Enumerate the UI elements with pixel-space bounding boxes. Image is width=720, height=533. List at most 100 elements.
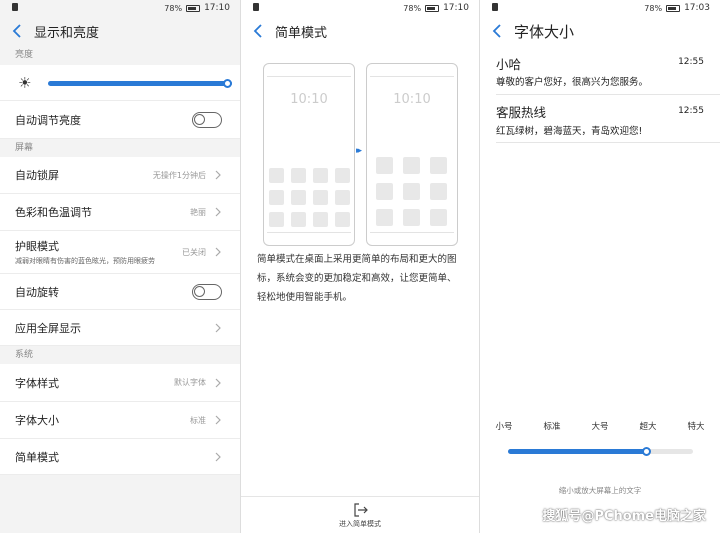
sim-icon	[492, 3, 498, 11]
standard-layout-preview: 10:10	[263, 63, 355, 246]
preview-clock: 10:10	[290, 92, 328, 107]
battery-percent: 78%	[164, 3, 183, 13]
font-style-label: 字体样式	[15, 376, 59, 390]
color-temp-value: 艳丽	[190, 207, 206, 217]
eye-care-row[interactable]: 护眼模式 减弱对眼睛有伤害的蓝色眩光，预防用眼疲劳 已关闭	[0, 231, 240, 274]
enter-simple-mode-button[interactable]: 进入简单模式	[241, 496, 479, 533]
status-time: 17:10	[204, 3, 230, 13]
back-arrow-icon	[492, 24, 501, 38]
message-sender: 小哈	[496, 57, 522, 72]
font-style-row[interactable]: 字体样式 默认字体	[0, 364, 240, 402]
brightness-slider[interactable]	[48, 81, 232, 86]
preview-clock: 10:10	[393, 92, 431, 107]
status-time: 17:10	[443, 3, 469, 13]
battery-percent: 78%	[403, 3, 422, 13]
auto-lock-label: 自动锁屏	[15, 169, 59, 182]
auto-lock-row[interactable]: 自动锁屏 无操作1分钟后	[0, 157, 240, 194]
page-title: 简单模式	[275, 25, 328, 41]
status-time: 17:03	[684, 3, 710, 13]
brightness-row: ☀	[0, 65, 240, 101]
chevron-right-icon	[215, 170, 221, 180]
font-size-slider-thumb[interactable]	[642, 447, 651, 456]
simple-mode-screen: 78% 17:10 简单模式 10:10 ▸▸ 10:10 简单模式在桌面上采用…	[241, 0, 479, 533]
simple-mode-label: 简单模式	[15, 450, 59, 464]
sim-icon	[12, 3, 18, 11]
font-size-row[interactable]: 字体大小 标准	[0, 402, 240, 439]
header: 字体大小	[480, 16, 720, 46]
page-title: 显示和亮度	[34, 25, 100, 41]
status-bar: 78% 17:03	[480, 0, 720, 16]
size-option-huge[interactable]: 特大	[687, 420, 704, 432]
chevron-right-icon	[215, 378, 221, 387]
auto-rotate-label: 自动旋转	[15, 285, 59, 299]
watermark: 搜狐号@PChome电脑之家	[542, 509, 706, 524]
small-icon-grid	[269, 168, 350, 227]
simple-mode-row[interactable]: 简单模式	[0, 439, 240, 475]
auto-rotate-toggle[interactable]	[192, 283, 222, 300]
enter-simple-mode-label: 进入简单模式	[339, 520, 381, 528]
font-size-options: 小号 标准 大号 超大 特大	[480, 420, 720, 434]
font-size-slider[interactable]	[508, 447, 693, 456]
font-size-label: 字体大小	[15, 414, 59, 427]
simple-layout-preview: 10:10	[366, 63, 458, 246]
auto-lock-value: 无操作1分钟后	[152, 170, 206, 180]
back-arrow-icon	[12, 24, 21, 38]
auto-rotate-row[interactable]: 自动旋转	[0, 274, 240, 310]
header: 简单模式	[241, 16, 479, 46]
battery-icon	[425, 4, 440, 12]
eye-care-description: 减弱对眼睛有伤害的蓝色眩光，预防用眼疲劳	[15, 257, 155, 265]
page-title: 字体大小	[514, 22, 575, 41]
message-text: 红瓦绿树，碧海蓝天，青岛欢迎您!	[496, 126, 643, 137]
auto-brightness-label: 自动调节亮度	[15, 113, 81, 127]
size-option-large[interactable]: 大号	[591, 420, 608, 432]
chevron-right-icon	[215, 247, 221, 257]
message-sender: 客服热线	[496, 105, 547, 120]
font-size-screen: 78% 17:03 字体大小 小哈 12:55 尊敬的客户您好，很高兴为您服务。…	[480, 0, 720, 533]
brightness-slider-thumb[interactable]	[223, 79, 232, 88]
section-system: 系统	[0, 346, 240, 364]
eye-care-value: 已关闭	[182, 247, 206, 257]
chevron-right-icon	[215, 415, 221, 425]
display-brightness-screen: 78% 17:10 显示和亮度 亮度 ☀ 自动调节亮度 屏幕 自动锁屏 无操作1…	[0, 0, 240, 533]
eye-care-label: 护眼模式	[15, 240, 59, 253]
font-size-hint: 缩小或放大屏幕上的文字	[558, 486, 642, 495]
message-preview: 客服热线 12:55 红瓦绿树，碧海蓝天，青岛欢迎您!	[496, 95, 720, 143]
chevron-right-icon	[215, 207, 221, 217]
double-arrow-icon: ▸▸	[356, 146, 362, 156]
back-button[interactable]	[480, 16, 514, 46]
message-time: 12:55	[678, 57, 704, 67]
color-temp-row[interactable]: 色彩和色温调节 艳丽	[0, 194, 240, 231]
message-time: 12:55	[678, 106, 704, 116]
status-bar: 78% 17:10	[241, 0, 479, 16]
size-option-standard[interactable]: 标准	[543, 420, 560, 432]
font-size-slider-fill	[508, 449, 647, 454]
fullscreen-row[interactable]: 应用全屏显示	[0, 310, 240, 346]
sun-icon: ☀	[18, 74, 32, 92]
back-arrow-icon	[253, 24, 262, 38]
chevron-right-icon	[215, 323, 221, 332]
sim-icon	[253, 3, 259, 11]
auto-brightness-toggle[interactable]	[192, 111, 222, 128]
font-style-value: 默认字体	[174, 378, 206, 387]
large-icon-grid	[376, 157, 447, 226]
back-button[interactable]	[241, 16, 275, 46]
simple-mode-description: 简单模式在桌面上采用更简单的布局和更大的图标，系统会变的更加稳定和高效，让您更简…	[257, 254, 457, 303]
status-bar: 78% 17:10	[0, 0, 240, 16]
battery-icon	[186, 4, 201, 12]
section-brightness: 亮度	[0, 46, 240, 64]
chevron-right-icon	[215, 452, 221, 461]
font-size-value: 标准	[190, 415, 206, 425]
header: 显示和亮度	[0, 16, 240, 46]
back-button[interactable]	[0, 16, 34, 46]
size-option-extra-large[interactable]: 超大	[639, 420, 656, 432]
auto-brightness-row[interactable]: 自动调节亮度	[0, 101, 240, 139]
color-temp-label: 色彩和色温调节	[15, 206, 92, 219]
battery-percent: 78%	[644, 3, 663, 13]
section-screen: 屏幕	[0, 139, 240, 157]
battery-icon	[666, 4, 681, 12]
message-text: 尊敬的客户您好，很高兴为您服务。	[496, 77, 649, 88]
message-preview: 小哈 12:55 尊敬的客户您好，很高兴为您服务。	[496, 50, 720, 95]
enter-icon	[354, 503, 368, 517]
size-option-small[interactable]: 小号	[495, 420, 512, 432]
fullscreen-label: 应用全屏显示	[15, 321, 81, 335]
